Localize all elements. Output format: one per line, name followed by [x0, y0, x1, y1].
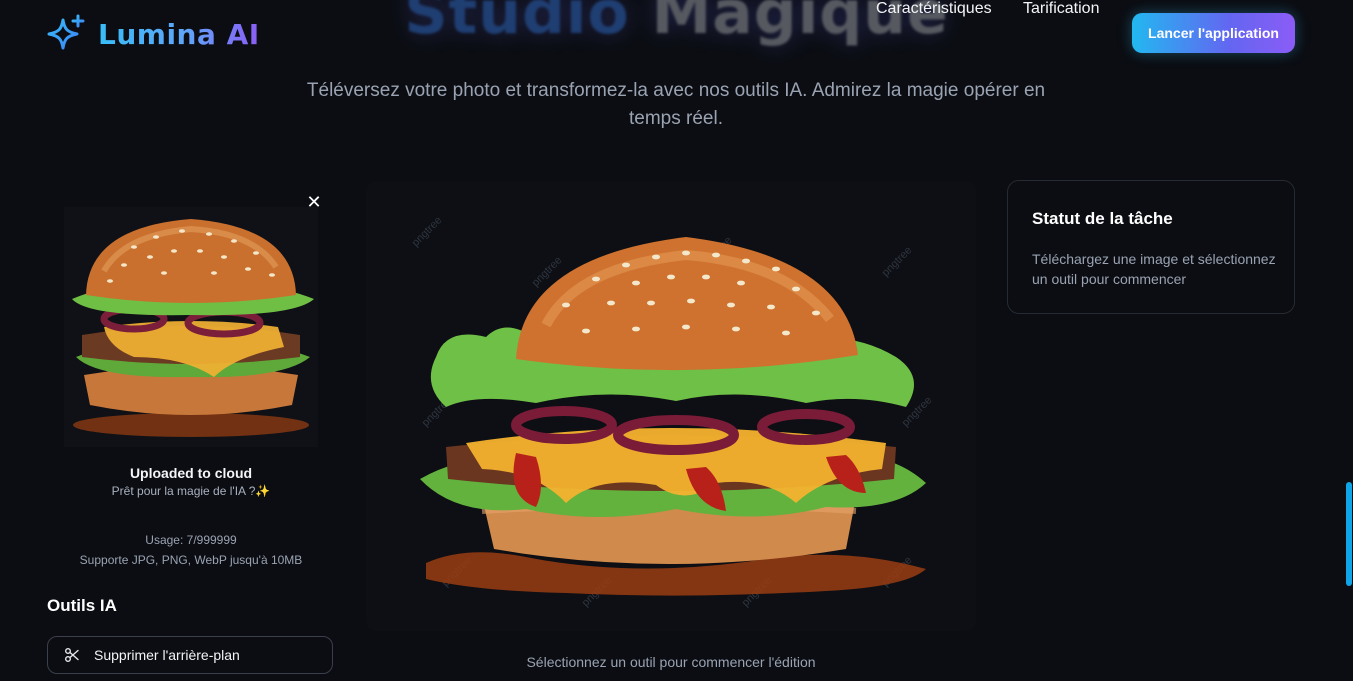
nav-link-features[interactable]: Caractéristiques [876, 0, 992, 18]
brand-logo[interactable]: Lumina AI [46, 14, 260, 54]
top-navigation-bar: Studio Magique Lumina AI Caractéristique… [0, 0, 1353, 70]
hero-title-part-1: Studio [404, 0, 630, 48]
remove-background-label: Supprimer l'arrière-plan [94, 647, 240, 663]
hero-subtitle: Téléversez votre photo et transformez-la… [306, 80, 1046, 129]
preview-caption: Sélectionnez un outil pour commencer l'é… [526, 654, 816, 670]
remove-image-button[interactable]: ✕ [303, 191, 325, 213]
burger-preview-image: pngtree pngtree pngtree pngtree pngtree … [410, 214, 935, 609]
burger-image [72, 219, 314, 437]
launch-app-button[interactable]: Lancer l'application [1132, 13, 1295, 53]
svg-text:pngtree: pngtree [410, 214, 445, 249]
task-status-title: Statut de la tâche [1032, 209, 1173, 228]
supported-formats-note: Supporte JPG, PNG, WebP jusqu'à 10MB [79, 553, 303, 567]
brand-name: Lumina AI [98, 17, 260, 51]
close-icon: ✕ [306, 191, 322, 212]
remove-background-button[interactable]: Supprimer l'arrière-plan [47, 636, 333, 674]
usage-counter: Usage: 7/999999 [145, 533, 237, 547]
image-preview-panel: pngtree pngtree pngtree pngtree pngtree … [366, 181, 976, 631]
uploaded-image-thumbnail [64, 207, 318, 447]
task-status-message: Téléchargez une image et sélectionnez un… [1032, 251, 1276, 287]
tools-section-title: Outils IA [47, 596, 117, 615]
task-status-card: Statut de la tâche Téléchargez une image… [1007, 180, 1295, 314]
svg-text:pngtree: pngtree [880, 244, 915, 279]
sparkles-icon [47, 14, 85, 50]
upload-status-title: Uploaded to cloud [129, 465, 253, 481]
scissors-icon [65, 648, 79, 662]
nav-link-pricing[interactable]: Tarification [1023, 0, 1099, 18]
upload-status-subtitle: Prêt pour la magie de l'IA ?✨ [111, 484, 271, 498]
page-scrollbar-thumb[interactable] [1346, 482, 1352, 586]
upload-card: ✕ Uploaded to cloud Prêt pour la magie d… [47, 180, 335, 590]
